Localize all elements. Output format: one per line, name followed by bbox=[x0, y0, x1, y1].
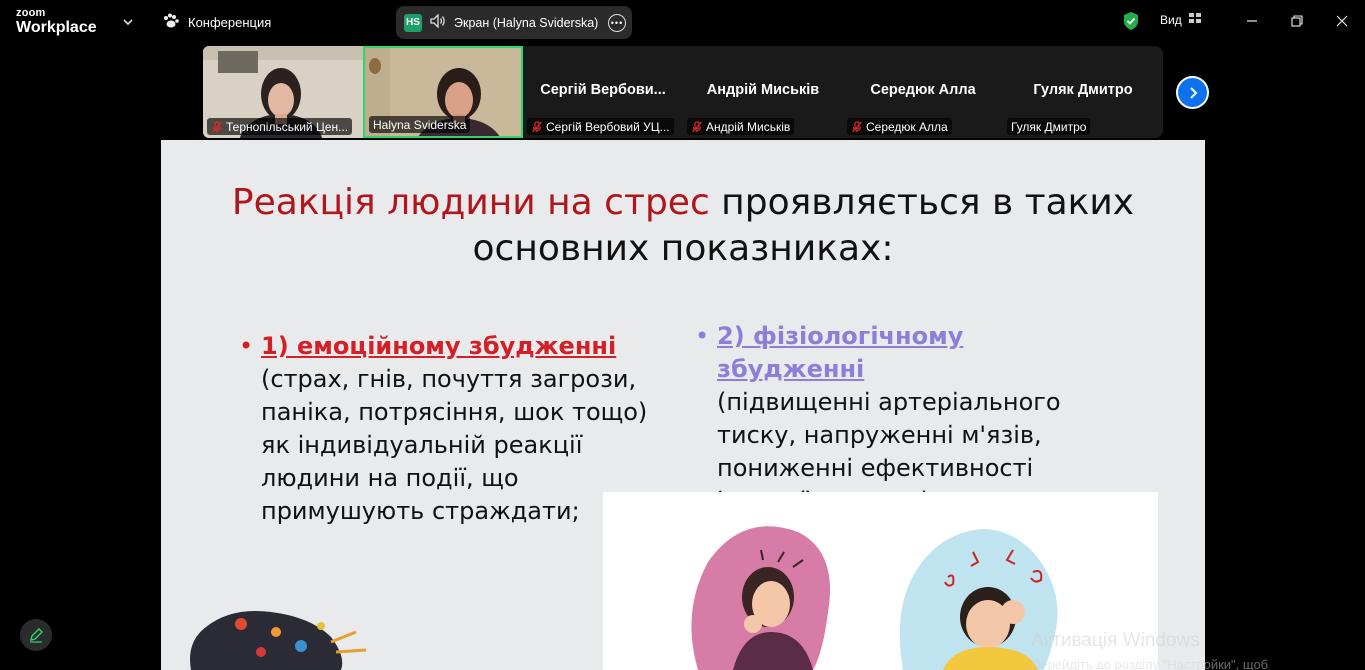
participant-display-name: Гуляк Дмитро bbox=[1033, 82, 1133, 98]
bullet-icon: • bbox=[695, 322, 710, 350]
share-title: Экран (Halyna Sviderska) bbox=[454, 15, 599, 30]
decorative-head-illustration bbox=[181, 602, 391, 670]
physiological-arousal-point: • 2) фізіологічному збудженні (підвищенн… bbox=[695, 320, 1117, 518]
view-label: Вид bbox=[1160, 12, 1182, 27]
shield-check-icon[interactable] bbox=[1122, 11, 1140, 31]
emotional-arousal-point: • 1) емоційному збудженні (страх, гнів, … bbox=[239, 330, 661, 528]
point-heading: 2) фізіологічному збудженні bbox=[717, 322, 964, 383]
participant-name-label: Тернопільський Цен... bbox=[207, 118, 353, 135]
muted-mic-icon bbox=[532, 120, 542, 132]
more-options-button[interactable]: ••• bbox=[608, 14, 626, 32]
pen-icon bbox=[30, 628, 43, 643]
muted-mic-icon bbox=[692, 120, 702, 132]
shared-screen-slide: Реакція людини на стрес проявляється в т… bbox=[161, 140, 1205, 670]
slide-title-line2: основних показниках: bbox=[472, 228, 894, 269]
point-body: (страх, гнів, почуття загрози, паніка, п… bbox=[261, 365, 648, 525]
grid-icon bbox=[1188, 12, 1202, 27]
logo-bottom: Workplace bbox=[16, 19, 97, 36]
participant-name-label: Андрій Миськів bbox=[687, 118, 795, 135]
participant-display-name: Сергій Вербови... bbox=[540, 82, 666, 98]
participants-strip: Тернопільський Цен... Halyna Sviderska С… bbox=[203, 46, 1163, 138]
participant-name-label: Середюк Алла bbox=[847, 118, 952, 135]
bullet-icon: • bbox=[239, 332, 254, 360]
close-window-button[interactable] bbox=[1330, 10, 1354, 32]
slide-title-rest: проявляється в таких bbox=[709, 182, 1135, 223]
windows-activation-hint: Перейдіть до розділу "Настройки", щоб bbox=[1031, 657, 1269, 670]
participant-tile[interactable]: Сергій Вербови... Сергій Вербовий УЦ... bbox=[523, 46, 683, 138]
chevron-down-icon[interactable] bbox=[120, 14, 136, 30]
point-heading: 1) емоційному збудженні bbox=[261, 332, 617, 360]
meeting-menu-button[interactable]: Конференция bbox=[162, 12, 271, 32]
participant-display-name: Середюк Алла bbox=[870, 82, 976, 98]
participant-name-label: Гуляк Дмитро bbox=[1007, 118, 1091, 135]
logo-top: zoom bbox=[16, 7, 46, 19]
share-avatar-badge: HS bbox=[404, 13, 422, 32]
slide-title: Реакція людини на стрес проявляється в т… bbox=[161, 180, 1205, 272]
annotate-pen-button[interactable] bbox=[20, 619, 52, 651]
windows-activation-watermark: Активація Windows bbox=[1031, 630, 1200, 651]
screen-share-indicator[interactable]: HS Экран (Halyna Sviderska) ••• bbox=[396, 6, 632, 39]
chevron-right-icon bbox=[1189, 86, 1197, 99]
minimize-button[interactable] bbox=[1240, 10, 1264, 32]
participant-name-label: Halyna Sviderska bbox=[369, 116, 471, 133]
participant-name-label: Сергій Вербовий УЦ... bbox=[527, 118, 674, 135]
participant-tile[interactable]: Андрій Миськів Андрій Миськів bbox=[683, 46, 843, 138]
muted-mic-icon bbox=[852, 120, 862, 132]
participant-display-name: Андрій Миськів bbox=[706, 82, 820, 98]
participant-tile[interactable]: Гуляк Дмитро Гуляк Дмитро bbox=[1003, 46, 1163, 138]
muted-mic-icon bbox=[212, 120, 222, 132]
zoom-workplace-logo: zoom Workplace bbox=[16, 8, 97, 36]
title-bar: zoom Workplace Конференция HS Экран (Hal… bbox=[0, 0, 1365, 44]
restore-button[interactable] bbox=[1285, 10, 1309, 32]
view-button[interactable]: Вид bbox=[1160, 12, 1202, 27]
participant-tile[interactable]: Середюк Алла Середюк Алла bbox=[843, 46, 1003, 138]
speaker-icon bbox=[430, 13, 446, 31]
participant-tile[interactable]: Тернопільський Цен... bbox=[203, 46, 363, 138]
participant-tile-active-speaker[interactable]: Halyna Sviderska bbox=[363, 46, 523, 138]
slide-title-highlight: Реакція людини на стрес bbox=[231, 182, 710, 223]
meeting-menu-label: Конференция bbox=[188, 14, 272, 30]
paw-icon bbox=[162, 13, 180, 32]
next-participants-button[interactable] bbox=[1176, 76, 1209, 109]
